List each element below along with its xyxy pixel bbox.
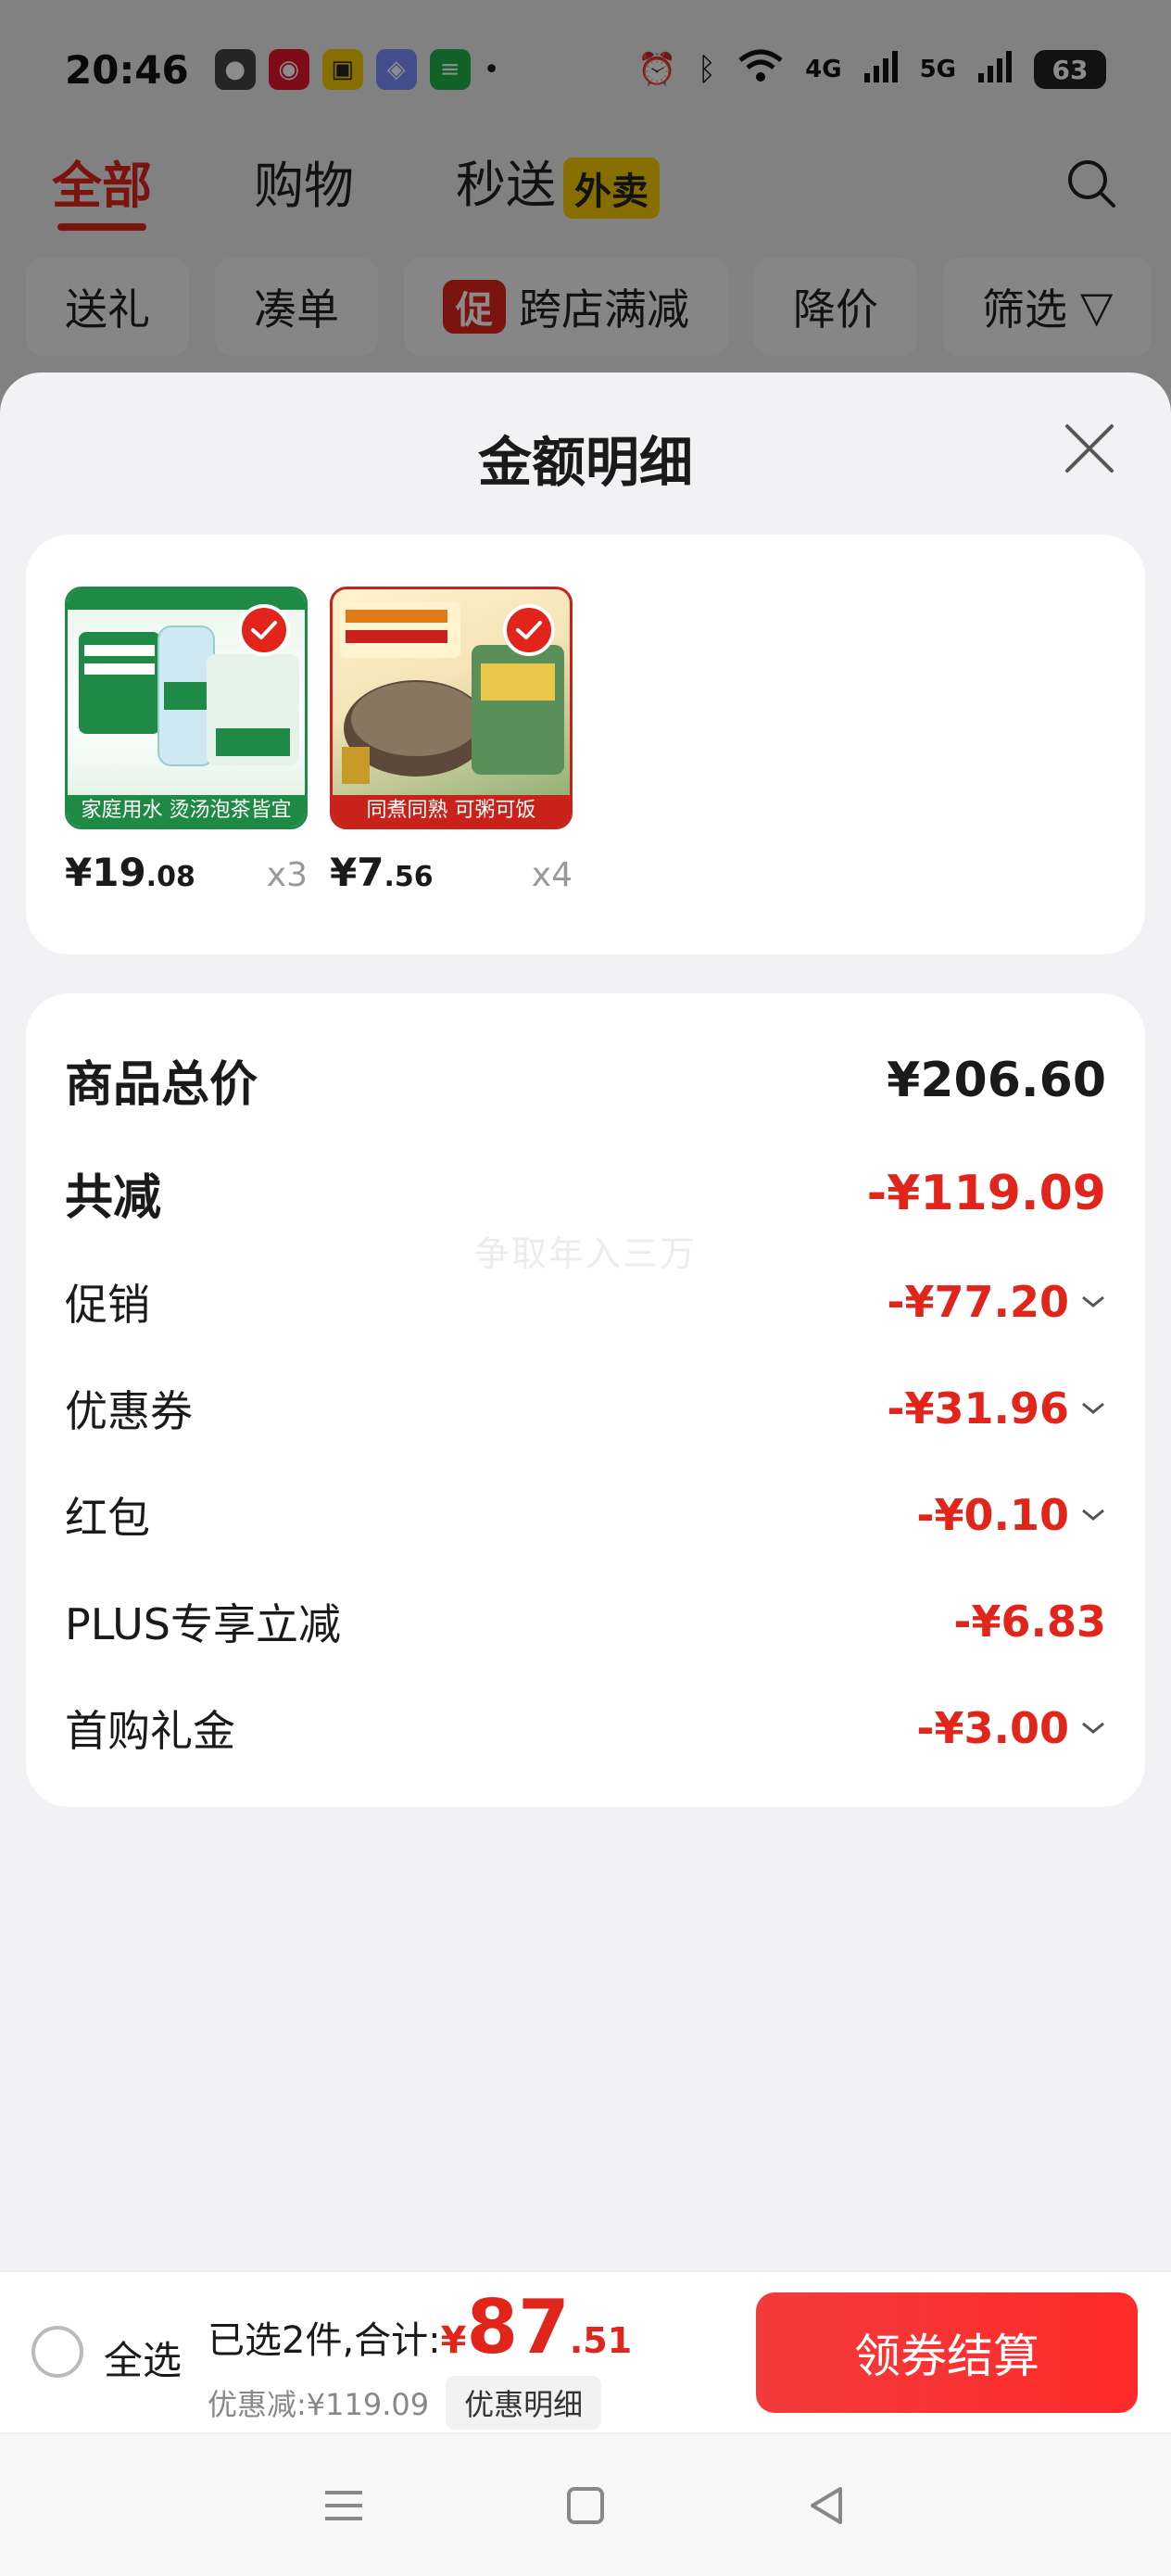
select-all-radio[interactable] [31,2326,83,2378]
product-qty: x3 [266,856,308,894]
total-integer: 87 [466,2284,570,2370]
product-price: ¥19.08 [65,850,195,895]
back-icon[interactable] [800,2478,855,2533]
discount-detail-button[interactable]: 优惠明细 [446,2376,602,2430]
discount-text: 优惠减:¥119.09 [208,2387,430,2422]
total-price-value: ¥206.60 [887,1052,1106,1108]
price-row: ¥7.56 x4 [330,850,573,895]
product-item[interactable]: 同煮同熟 可粥可饭 ¥7.56 x4 [330,587,573,895]
amount-detail-card: 争取年入三万 商品总价 ¥206.60 共减 -¥119.09 促销 -¥77.… [26,993,1145,1807]
red-packet-row[interactable]: 红包 -¥0.10 [65,1484,1106,1546]
chevron-down-icon [1082,1722,1104,1734]
plus-discount-row: PLUS专享立减 -¥6.83 [65,1591,1106,1652]
price-row: ¥19.08 x3 [65,850,308,895]
checked-icon[interactable] [503,604,555,656]
checkout-button[interactable]: 领券结算 [756,2292,1138,2413]
select-all-label[interactable]: 全选 [104,2330,182,2386]
currency-symbol: ¥ [440,2319,467,2362]
total-price-label: 商品总价 [65,1057,258,1113]
total-price-row: 商品总价 ¥206.60 [65,1045,1106,1115]
product-banner: 家庭用水 烫汤泡茶皆宜 [68,795,305,827]
promo-row[interactable]: 促销 -¥77.20 [65,1271,1106,1332]
product-price: ¥7.56 [330,850,434,895]
watermark: 争取年入三万 [473,1233,697,1274]
first-purchase-label: 首购礼金 [65,1706,235,1756]
product-image: 同煮同熟 可粥可饭 [330,587,573,829]
product-item[interactable]: 家庭用水 烫汤泡茶皆宜 ¥19.08 x3 [65,587,308,895]
product-banner: 同煮同熟 可粥可饭 [333,795,570,827]
plus-discount-label: PLUS专享立减 [65,1599,341,1649]
red-packet-label: 红包 [65,1493,150,1543]
discount-line: 优惠减:¥119.09 优惠明细 [208,2376,602,2430]
product-card: 家庭用水 烫汤泡茶皆宜 ¥19.08 x3 同煮同熟 可粥可饭 ¥7.56 x4 [26,535,1145,954]
coupon-value: -¥31.96 [887,1383,1106,1433]
first-purchase-row[interactable]: 首购礼金 -¥3.00 [65,1698,1106,1759]
chevron-down-icon [1082,1295,1104,1307]
home-icon[interactable] [558,2478,613,2533]
close-icon[interactable] [1062,421,1117,476]
summary-prefix: 已选2件,合计: [208,2319,441,2362]
total-reduce-row: 共减 -¥119.09 [65,1158,1106,1228]
chevron-down-icon [1082,1509,1104,1521]
promo-label: 促销 [65,1280,150,1330]
total-decimal: .51 [569,2320,633,2361]
sheet-title: 金额明细 [477,431,693,494]
amount-detail-sheet: 金额明细 家庭用水 烫汤泡茶皆宜 ¥19.08 x3 同煮同熟 可粥可饭 ¥7.… [0,373,1171,2576]
coupon-row[interactable]: 优惠券 -¥31.96 [65,1378,1106,1439]
total-reduce-label: 共减 [65,1170,162,1226]
total-summary: 已选2件,合计: ¥ 87 .51 [208,2291,632,2365]
menu-icon[interactable] [316,2478,371,2533]
promo-value: -¥77.20 [887,1277,1106,1327]
coupon-label: 优惠券 [65,1386,193,1436]
total-reduce-value: -¥119.09 [866,1165,1106,1221]
system-nav-bar [0,2434,1171,2576]
red-packet-value: -¥0.10 [916,1490,1106,1540]
product-qty: x4 [531,856,573,894]
checked-icon[interactable] [238,604,290,656]
product-image: 家庭用水 烫汤泡茶皆宜 [65,587,308,829]
chevron-down-icon [1082,1402,1104,1414]
checkout-bar: 全选 已选2件,合计: ¥ 87 .51 优惠减:¥119.09 优惠明细 领券… [0,2270,1171,2432]
plus-discount-value: -¥6.83 [953,1597,1106,1647]
first-purchase-value: -¥3.00 [916,1703,1106,1753]
